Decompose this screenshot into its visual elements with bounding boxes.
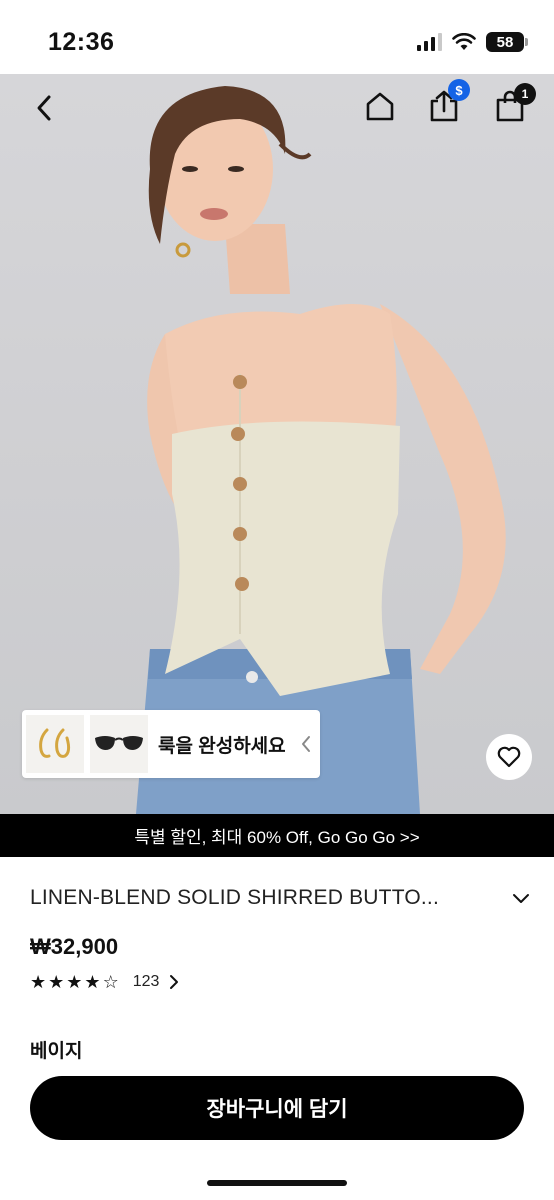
review-count: 123 <box>132 973 160 990</box>
home-indicator <box>207 1180 347 1186</box>
wishlist-button[interactable] <box>486 734 532 780</box>
product-title-row[interactable]: LINEN-BLEND SOLID SHIRRED BUTTO... <box>30 886 530 910</box>
complete-the-look-card[interactable]: 룩을 완성하세요 <box>22 710 320 778</box>
home-icon <box>366 92 394 121</box>
product-price: ₩32,900 <box>30 934 119 959</box>
chevron-right-icon[interactable] <box>169 974 179 990</box>
share-reward-badge: $ <box>448 79 470 101</box>
product-title: LINEN-BLEND SOLID SHIRRED BUTTO... <box>30 886 439 909</box>
battery-icon: 58 <box>486 32 528 52</box>
chevron-left-icon <box>37 95 51 121</box>
status-icons: 58 <box>417 32 528 52</box>
rating-row[interactable]: ★ ★ ★ ★ ☆ 123 <box>30 972 179 992</box>
complete-look-label: 룩을 완성하세요 <box>158 735 286 757</box>
promo-banner[interactable]: 특별 할인, 최대 60% Off, Go Go Go >> <box>0 814 554 857</box>
model-photo <box>136 86 506 814</box>
selected-color-label: 베이지 <box>30 1041 83 1062</box>
earrings-thumbnail[interactable] <box>26 715 84 773</box>
wifi-icon <box>452 33 476 50</box>
signal-icon <box>417 33 442 51</box>
star-empty-icon: ☆ <box>102 972 119 992</box>
heart-icon <box>497 746 521 768</box>
star-filled-icon: ★ <box>48 972 65 992</box>
chevron-down-icon[interactable] <box>512 892 530 904</box>
chevron-left-icon[interactable] <box>300 734 312 754</box>
star-filled-icon: ★ <box>66 972 83 992</box>
star-filled-icon: ★ <box>84 972 101 992</box>
earrings-icon <box>39 728 71 758</box>
cart-count-badge: 1 <box>514 83 536 105</box>
status-time: 12:36 <box>48 28 115 56</box>
home-button[interactable] <box>360 86 400 126</box>
product-image[interactable]: $ 1 룩을 완성하세요 <box>0 74 554 814</box>
star-filled-icon: ★ <box>30 972 47 992</box>
sunglasses-icon <box>95 736 143 750</box>
add-to-cart-button[interactable]: 장바구니에 담기 <box>30 1076 524 1140</box>
back-button[interactable] <box>24 88 64 128</box>
sunglasses-thumbnail[interactable] <box>90 715 148 773</box>
status-bar: 12:36 58 <box>0 0 554 74</box>
